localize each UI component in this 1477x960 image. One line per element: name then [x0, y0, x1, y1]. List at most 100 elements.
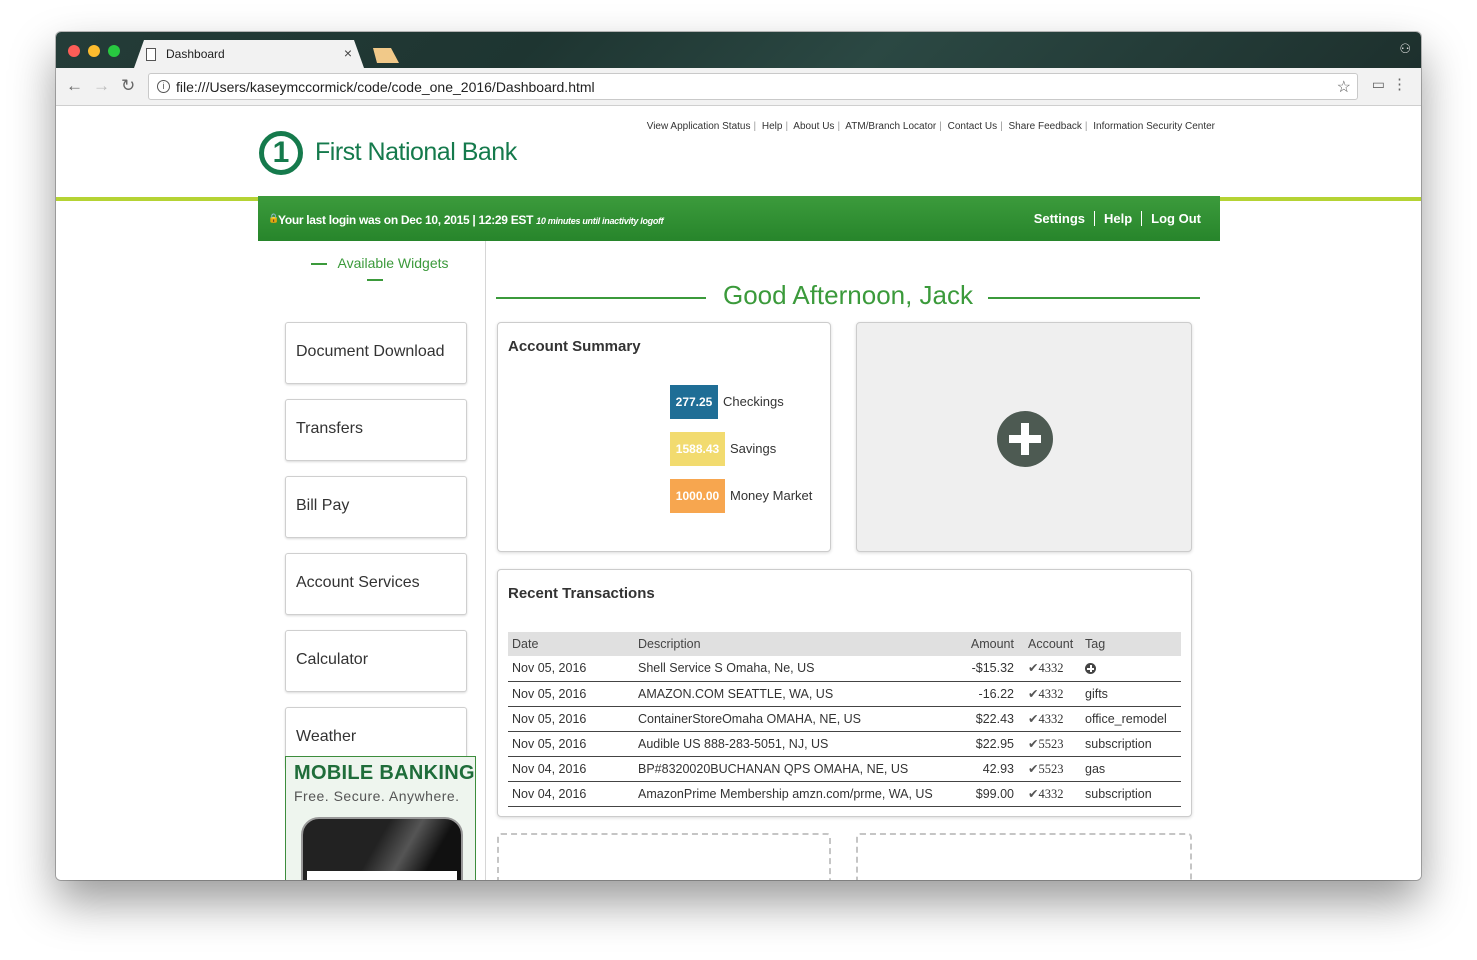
- col-date[interactable]: Date: [508, 632, 634, 656]
- table-row[interactable]: Nov 05, 2016 Shell Service S Omaha, Ne, U…: [508, 656, 1181, 682]
- tx-tag[interactable]: gifts: [1081, 681, 1181, 707]
- tx-account: ✔4332: [1024, 656, 1081, 682]
- cast-icon[interactable]: ▭: [1372, 76, 1385, 93]
- tx-account-number: 5523: [1038, 736, 1064, 751]
- session-bar: 🔒 Your last login was on Dec 10, 2015 | …: [258, 196, 1220, 241]
- tx-amount: -16.22: [948, 681, 1024, 707]
- browser-toolbar: ← → ↻ i file:///Users/kaseymccormick/cod…: [56, 68, 1421, 106]
- logo-mark: 1: [259, 131, 303, 175]
- tx-date: Nov 04, 2016: [508, 756, 634, 782]
- settings-link[interactable]: Settings: [1025, 211, 1094, 226]
- tx-tag: [1081, 656, 1181, 682]
- browser-window: Dashboard × ⚇ ← → ↻ i file:///Users/kase…: [56, 32, 1421, 880]
- tab-title: Dashboard: [166, 47, 225, 61]
- browser-menu-icon[interactable]: ⋮: [1392, 75, 1407, 93]
- add-widget-panel[interactable]: [856, 322, 1192, 552]
- reload-icon[interactable]: ↻: [121, 76, 135, 96]
- tx-account-number: 4332: [1038, 711, 1064, 726]
- new-tab-button[interactable]: [369, 48, 399, 63]
- tx-amount: -$15.32: [948, 656, 1024, 682]
- col-amount[interactable]: Amount: [948, 632, 1024, 656]
- mobile-ad-title: MOBILE BANKING: [294, 762, 475, 784]
- tx-date: Nov 05, 2016: [508, 731, 634, 757]
- widget-calculator[interactable]: Calculator: [285, 630, 467, 692]
- link-share-feedback[interactable]: Share Feedback: [1009, 121, 1082, 132]
- col-tag[interactable]: Tag: [1081, 632, 1181, 656]
- table-row[interactable]: Nov 05, 2016 AMAZON.COM SEATTLE, WA, US -1…: [508, 681, 1181, 707]
- tx-amount: $99.00: [948, 781, 1024, 807]
- widget-bill-pay[interactable]: Bill Pay: [285, 476, 467, 538]
- col-account[interactable]: Account: [1024, 632, 1081, 656]
- url-text[interactable]: file:///Users/kaseymccormick/code/code_o…: [176, 79, 595, 95]
- table-row[interactable]: Nov 05, 2016 ContainerStoreOmaha OMAHA, N…: [508, 706, 1181, 732]
- add-tag-icon[interactable]: [1085, 663, 1096, 675]
- savings-balance: 1588.43: [670, 432, 725, 466]
- tx-account: ✔5523: [1024, 756, 1081, 782]
- tx-tag[interactable]: subscription: [1081, 731, 1181, 757]
- transactions-table: Date Description Amount Account Tag Nov …: [508, 632, 1181, 807]
- log-out-link[interactable]: Log Out: [1141, 211, 1210, 226]
- tx-amount: 42.93: [948, 756, 1024, 782]
- widget-account-services[interactable]: Account Services: [285, 553, 467, 615]
- link-about-us[interactable]: About Us: [793, 121, 834, 132]
- widget-transfers[interactable]: Transfers: [285, 399, 467, 461]
- money-market-label: Money Market: [730, 488, 813, 503]
- phone-image: [301, 817, 463, 880]
- bookmark-star-icon[interactable]: ☆: [1337, 77, 1351, 97]
- info-icon[interactable]: i: [157, 80, 170, 93]
- tx-account-number: 4332: [1038, 686, 1064, 701]
- tab-close-icon[interactable]: ×: [344, 45, 352, 61]
- close-window-button[interactable]: [68, 45, 80, 57]
- address-bar[interactable]: i file:///Users/kaseymccormick/code/code…: [148, 73, 1358, 100]
- tx-date: Nov 05, 2016: [508, 706, 634, 732]
- mobile-banking-ad[interactable]: MOBILE BANKING Free. Secure. Anywhere.: [285, 756, 476, 880]
- tx-amount: $22.43: [948, 706, 1024, 732]
- empty-widget-slot[interactable]: [497, 833, 831, 880]
- table-row[interactable]: Nov 04, 2016 AmazonPrime Membership amzn.…: [508, 781, 1181, 807]
- tx-tag[interactable]: gas: [1081, 756, 1181, 782]
- tx-tag[interactable]: office_remodel: [1081, 706, 1181, 732]
- minimize-window-button[interactable]: [88, 45, 100, 57]
- session-links: Settings Help Log Out: [1025, 211, 1210, 226]
- account-summary-panel: Account Summary 277.25 Checkings 1588.43…: [497, 322, 831, 552]
- incognito-icon: ⚇: [1399, 41, 1411, 56]
- back-icon[interactable]: ←: [66, 76, 83, 96]
- browser-tab[interactable]: Dashboard ×: [134, 40, 364, 68]
- site-header: 1 First National Bank View Application S…: [56, 106, 1421, 197]
- tx-amount: $22.95: [948, 731, 1024, 757]
- savings-label: Savings: [730, 441, 777, 456]
- check-icon: ✔: [1028, 686, 1039, 701]
- tx-tag[interactable]: subscription: [1081, 781, 1181, 807]
- top-links: View Application Status | Help | About Us |…: [646, 121, 1215, 132]
- col-description[interactable]: Description: [634, 632, 948, 656]
- tx-description: ContainerStoreOmaha OMAHA, NE, US: [634, 706, 948, 732]
- check-icon: ✔: [1028, 661, 1039, 676]
- widget-document-download[interactable]: Document Download: [285, 322, 467, 384]
- tx-account: ✔4332: [1024, 706, 1081, 732]
- last-login-text: Your last login was on Dec 10, 2015 | 12…: [278, 213, 664, 227]
- check-icon: ✔: [1028, 786, 1039, 801]
- maximize-window-button[interactable]: [108, 45, 120, 57]
- check-icon: ✔: [1028, 761, 1039, 776]
- link-contact-us[interactable]: Contact Us: [948, 121, 997, 132]
- check-icon: ✔: [1028, 736, 1039, 751]
- table-row[interactable]: Nov 04, 2016 BP#8320020BUCHANAN QPS OMAHA…: [508, 756, 1181, 782]
- tx-description: AmazonPrime Membership amzn.com/prme, WA…: [634, 781, 948, 807]
- help-link[interactable]: Help: [1094, 211, 1141, 226]
- recent-transactions-panel: Recent Transactions Date Description Amo…: [497, 569, 1192, 817]
- bank-name: First National Bank: [315, 138, 517, 166]
- link-atm-branch-locator[interactable]: ATM/Branch Locator: [845, 121, 936, 132]
- forward-icon[interactable]: →: [93, 76, 110, 96]
- table-row[interactable]: Nov 05, 2016 Audible US 888-283-5051, NJ,…: [508, 731, 1181, 757]
- link-information-security-center[interactable]: Information Security Center: [1093, 121, 1215, 132]
- table-header-row: Date Description Amount Account Tag: [508, 632, 1181, 656]
- link-help[interactable]: Help: [762, 121, 783, 132]
- link-view-application-status[interactable]: View Application Status: [647, 121, 751, 132]
- tx-description: Shell Service S Omaha, Ne, US: [634, 656, 948, 682]
- tx-account-number: 5523: [1038, 761, 1064, 776]
- greeting: Good Afternoon, Jack: [496, 280, 1200, 311]
- empty-widget-slot[interactable]: [856, 833, 1192, 880]
- add-widget-icon[interactable]: [997, 411, 1053, 467]
- account-summary-title: Account Summary: [508, 338, 641, 355]
- recent-transactions-title: Recent Transactions: [508, 585, 655, 602]
